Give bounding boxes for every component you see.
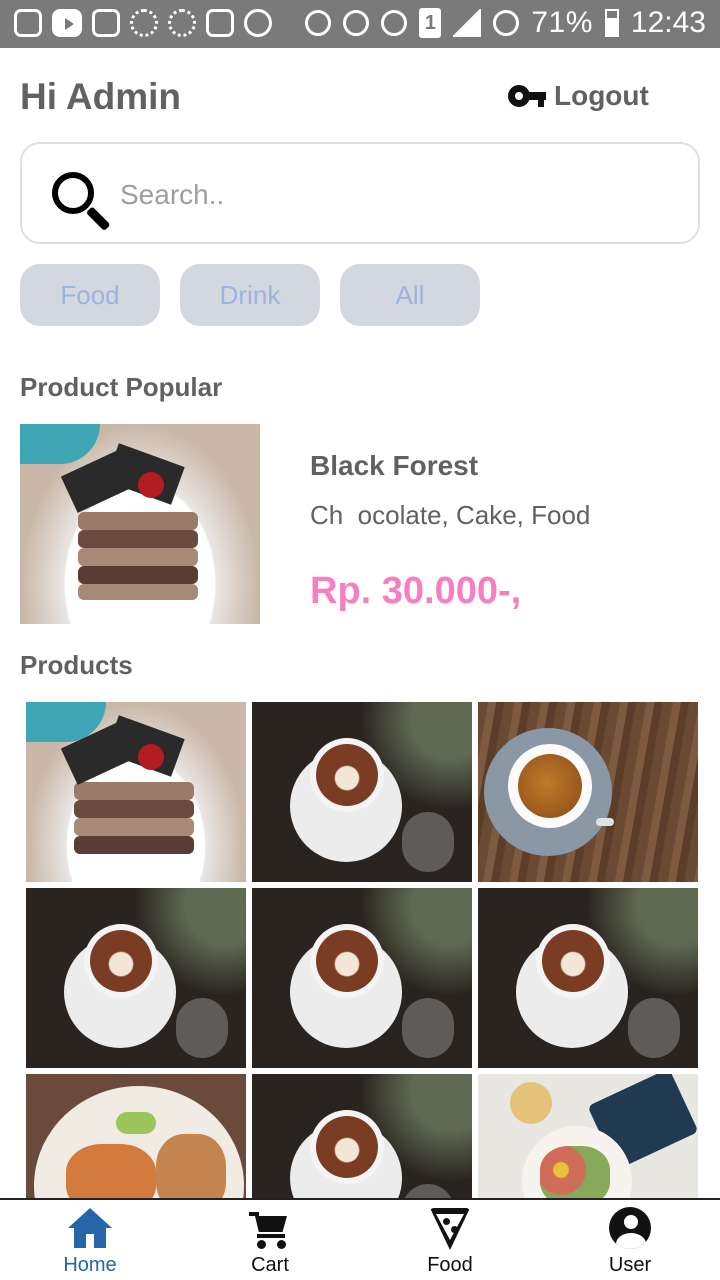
clock: 12:43: [630, 6, 706, 39]
product-tile[interactable]: [252, 702, 472, 882]
instagram-icon: [14, 9, 42, 37]
vibrate-icon: [305, 10, 332, 36]
product-tile[interactable]: [26, 888, 246, 1068]
chip-all[interactable]: All: [340, 264, 480, 326]
user-icon: [607, 1206, 653, 1250]
category-filter: Food Drink All: [20, 264, 480, 326]
product-tile[interactable]: [478, 888, 698, 1068]
popular-product-price: Rp. 30.000-,: [310, 570, 522, 612]
home-icon: [67, 1206, 113, 1250]
product-tile[interactable]: [252, 888, 472, 1068]
logout-button[interactable]: Logout: [508, 80, 649, 112]
battery-icon: [604, 9, 619, 37]
nav-label: User: [608, 1254, 652, 1276]
nav-user[interactable]: User: [540, 1200, 720, 1280]
search-input[interactable]: [120, 172, 680, 218]
popular-product-name[interactable]: Black Forest: [310, 450, 478, 482]
battery-percent: 71%: [531, 6, 593, 39]
no-disturb-icon: [493, 10, 520, 36]
search-box[interactable]: [20, 142, 700, 244]
nav-label: Home: [63, 1254, 117, 1276]
app-icon: [168, 9, 196, 37]
greeting-title: Hi Admin: [20, 76, 182, 117]
status-bar: 1 71% 12:43: [0, 0, 720, 48]
logout-label: Logout: [554, 80, 649, 111]
nav-label: Food: [427, 1254, 473, 1276]
popular-section-title: Product Popular: [20, 372, 223, 402]
news-icon: [206, 9, 234, 37]
key-icon: [508, 85, 546, 107]
product-tile[interactable]: [26, 702, 246, 882]
nav-home[interactable]: Home: [0, 1200, 180, 1280]
nav-label: Cart: [251, 1254, 289, 1276]
chip-food[interactable]: Food: [20, 264, 160, 326]
notification-icons: [14, 9, 272, 37]
app-icon: [130, 9, 158, 37]
popular-product-categories: Ch ocolate, Cake, Food: [310, 500, 591, 530]
chat-alert-icon: [244, 9, 272, 37]
gallery-icon: [92, 9, 120, 37]
youtube-icon: [52, 9, 82, 37]
nav-food[interactable]: Food: [360, 1200, 540, 1280]
product-tile[interactable]: [478, 702, 698, 882]
wifi-icon: [381, 10, 408, 36]
chip-drink[interactable]: Drink: [180, 264, 320, 326]
cart-icon: [247, 1206, 293, 1250]
sim-icon: 1: [419, 8, 442, 38]
products-grid: [26, 702, 698, 1254]
popular-product-image[interactable]: [20, 424, 260, 624]
search-icon: [52, 172, 111, 232]
alarm-icon: [343, 10, 370, 36]
pizza-icon: [427, 1206, 473, 1250]
signal-icon: [453, 9, 482, 37]
products-section-title: Products: [20, 650, 133, 680]
bottom-navigation: Home Cart Food User: [0, 1198, 720, 1280]
nav-cart[interactable]: Cart: [180, 1200, 360, 1280]
system-icons: 1 71% 12:43: [305, 6, 706, 40]
